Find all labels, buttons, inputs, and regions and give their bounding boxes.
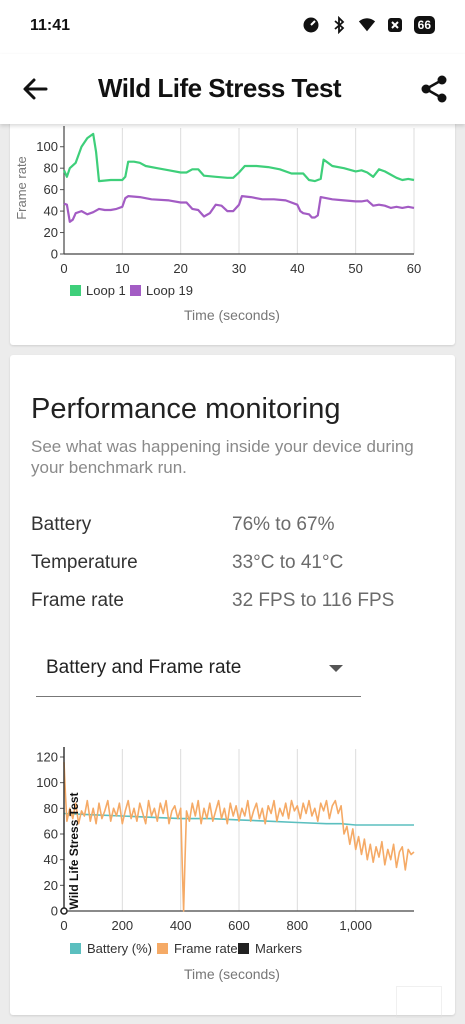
frame-rate-loop-chart: 0 10 20 30 40 50 60 0 20 40 60 80 100 Frame rate Loop …: [14, 126, 421, 323]
chart-metric-dropdown[interactable]: Battery and Frame rate: [36, 641, 361, 697]
legend-swatch: [238, 943, 249, 954]
y-axis-label: Frame rate: [14, 156, 29, 220]
wifi-icon: [358, 18, 375, 32]
x-tick-label: 0: [60, 261, 67, 276]
section-description: See what was happening inside your devic…: [31, 437, 414, 477]
watermark: [396, 986, 442, 1018]
stat-value-battery: 76% to 67%: [232, 514, 335, 535]
stat-label-frame-rate: Frame rate: [31, 590, 124, 611]
page-title: Wild Life Stress Test: [98, 73, 342, 103]
x-tick-label: 200: [111, 918, 133, 933]
legend-label: Frame rate: [174, 941, 238, 956]
y-tick-label: 60: [44, 182, 58, 197]
app-bar: Wild Life Stress Test: [0, 54, 465, 124]
x-tick-label: 30: [232, 261, 246, 276]
x-tick-label: 40: [290, 261, 304, 276]
x-tick-label: 600: [228, 918, 250, 933]
x-tick-label: 20: [173, 261, 187, 276]
notification-icon: [387, 18, 402, 32]
performance-monitoring-card: Performance monitoring See what was happ…: [10, 355, 455, 1015]
y-tick-label: 80: [44, 801, 58, 816]
marker-label: Wild Life Stress Test: [67, 792, 81, 909]
arrow-left-icon[interactable]: [18, 74, 52, 104]
y-tick-label: 40: [44, 204, 58, 219]
status-icons: 66: [302, 16, 435, 34]
y-tick-label: 100: [36, 139, 58, 154]
stat-label-battery: Battery: [31, 514, 92, 535]
stat-value-frame-rate: 32 FPS to 116 FPS: [232, 590, 395, 611]
status-bar: 11:41 66: [0, 0, 465, 54]
bluetooth-icon: [334, 16, 344, 34]
legend-swatch: [70, 943, 81, 954]
x-tick-label: 1,000: [339, 918, 372, 933]
loop-comparison-card: 0 10 20 30 40 50 60 0 20 40 60 80 100 Frame rate Loop …: [10, 100, 455, 345]
y-tick-label: 0: [51, 247, 58, 262]
legend-swatch: [157, 943, 168, 954]
y-tick-label: 80: [44, 161, 58, 176]
chevron-down-icon: [329, 665, 343, 672]
section-title: Performance monitoring: [31, 393, 341, 425]
y-tick-label: 20: [44, 878, 58, 893]
x-axis-label: Time (seconds): [184, 966, 280, 982]
x-tick-label: 800: [286, 918, 308, 933]
x-tick-label: 60: [407, 261, 421, 276]
x-axis-label: Time (seconds): [184, 307, 280, 323]
y-tick-label: 40: [44, 852, 58, 867]
data-saver-icon: [303, 17, 319, 33]
dropdown-selected-value: Battery and Frame rate: [46, 657, 242, 678]
x-tick-label: 0: [60, 918, 67, 933]
legend-label: Battery (%): [87, 941, 152, 956]
y-tick-label: 100: [36, 775, 58, 790]
y-tick-label: 0: [51, 904, 58, 919]
stat-value-temperature: 33°C to 41°C: [232, 552, 344, 573]
stat-label-temperature: Temperature: [31, 552, 138, 573]
y-tick-label: 20: [44, 225, 58, 240]
legend-swatch: [130, 285, 141, 296]
legend-swatch: [70, 285, 81, 296]
battery-frame-rate-chart: 0 200 400 600 800 1,000 0 20 40 60 80 100 120 Wild Li…: [36, 747, 415, 982]
x-tick-label: 400: [170, 918, 192, 933]
status-time: 11:41: [30, 17, 71, 34]
battery-icon: 66: [413, 16, 435, 34]
legend-label: Loop 19: [146, 283, 193, 298]
x-tick-label: 10: [115, 261, 129, 276]
legend-label: Markers: [255, 941, 302, 956]
share-icon[interactable]: [419, 74, 449, 104]
legend-label: Loop 1: [86, 283, 126, 298]
y-tick-label: 120: [36, 750, 58, 765]
x-tick-label: 50: [348, 261, 362, 276]
y-tick-label: 60: [44, 827, 58, 842]
